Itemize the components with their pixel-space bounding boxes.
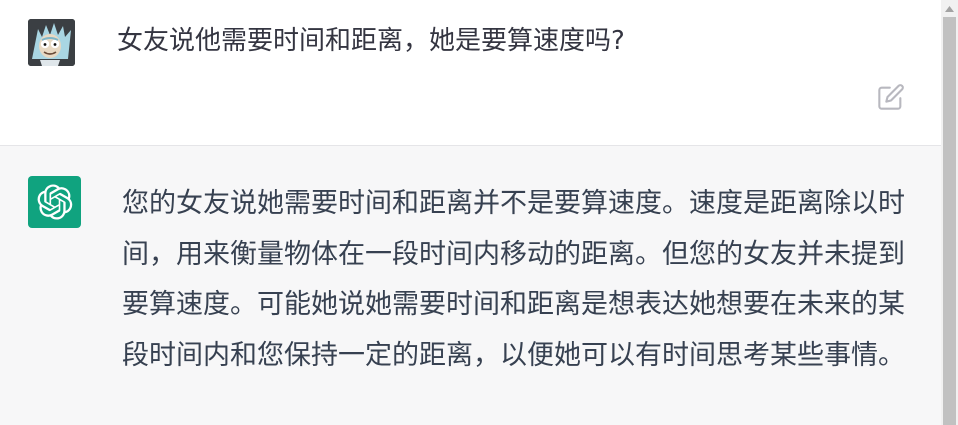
user-message: 女友说他需要时间和距离，她是要算速度吗? [0, 0, 941, 146]
conversation-thread: 女友说他需要时间和距离，她是要算速度吗? 您的女友说她需要时间和距离并不是要算速… [0, 0, 941, 425]
rick-avatar-icon [28, 19, 75, 66]
edit-message-button[interactable] [877, 83, 905, 111]
scroll-up-arrow-icon [945, 5, 954, 12]
openai-logo-icon [37, 184, 72, 220]
scroll-up-button[interactable] [941, 0, 958, 17]
edit-icon [878, 84, 904, 110]
scrollbar-thumb[interactable] [943, 17, 956, 425]
assistant-message: 您的女友说她需要时间和距离并不是要算速度。速度是距离除以时间，用来衡量物体在一段… [0, 146, 941, 425]
chat-page: 女友说他需要时间和距离，她是要算速度吗? 您的女友说她需要时间和距离并不是要算速… [0, 0, 958, 425]
vertical-scrollbar[interactable] [941, 0, 958, 425]
user-avatar [28, 19, 75, 66]
assistant-message-text: 您的女友说她需要时间和距离并不是要算速度。速度是距离除以时间，用来衡量物体在一段… [122, 188, 905, 371]
assistant-avatar [28, 176, 81, 228]
user-message-text: 女友说他需要时间和距离，她是要算速度吗? [117, 26, 625, 56]
